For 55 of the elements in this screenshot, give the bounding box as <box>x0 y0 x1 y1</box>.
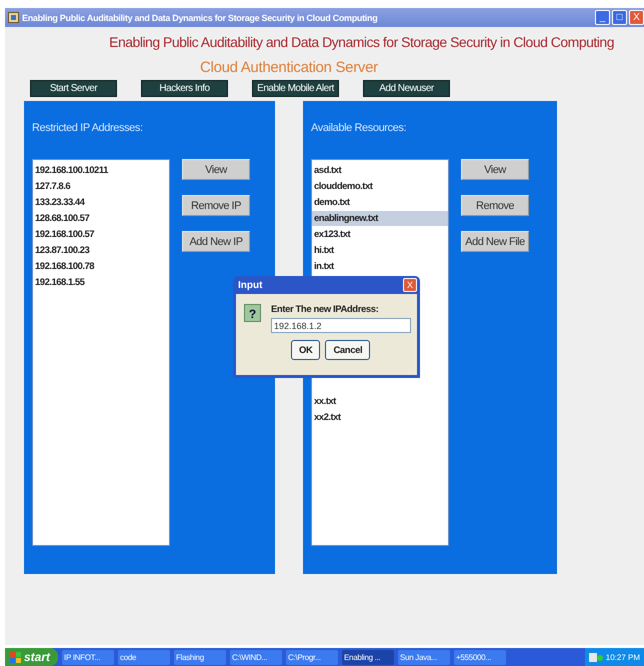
panel-title: Available Resources: <box>311 122 406 134</box>
toolbar-button[interactable]: Start Server <box>30 80 117 97</box>
dialog-title: Input <box>237 280 264 290</box>
panel-button[interactable]: View <box>182 159 250 180</box>
maximize-button[interactable]: □ <box>612 10 627 25</box>
list-item[interactable]: 133.23.33.44 <box>33 195 169 210</box>
taskbar-item[interactable]: C:\WIND... <box>230 650 282 664</box>
app-icon <box>8 12 19 23</box>
panel-button[interactable]: Add New File <box>461 231 529 252</box>
toolbar-button[interactable]: Hackers Info <box>141 80 228 97</box>
ok-button[interactable]: OK <box>291 340 320 360</box>
list-item[interactable]: xx.txt <box>312 394 448 409</box>
list-item[interactable]: demo.txt <box>312 195 448 210</box>
close-button[interactable]: X <box>629 10 644 25</box>
list-item[interactable]: ex123.txt <box>312 227 448 242</box>
flag-icon <box>10 652 21 662</box>
panel-button[interactable]: Remove IP <box>182 195 250 216</box>
panel-title: Restricted IP Addresses: <box>32 122 143 134</box>
list-item[interactable]: 192.168.100.57 <box>33 227 169 242</box>
minimize-button[interactable]: _ <box>595 10 610 25</box>
taskbar-item[interactable]: IP INFOT... <box>62 650 114 664</box>
list-item[interactable]: hi.txt <box>312 243 448 258</box>
start-button[interactable]: start <box>5 648 58 666</box>
list-item[interactable]: clouddemo.txt <box>312 179 448 194</box>
list-item[interactable]: xx2.txt <box>312 410 448 425</box>
taskbar-item[interactable]: Flashing <box>174 650 226 664</box>
list-item[interactable]: 127.7.8.6 <box>33 179 169 194</box>
prompt-label: Enter The new IPAddress: <box>271 304 380 315</box>
list-item[interactable]: asd.txt <box>312 163 448 178</box>
window-title: Enabling Public Auditability and Data Dynamics for Storage Security in Cloud Computing <box>22 12 378 22</box>
list-item[interactable]: in.txt <box>312 259 448 274</box>
taskbar-item[interactable]: code <box>118 650 170 664</box>
panel-button[interactable]: View <box>461 159 529 180</box>
panel-button[interactable]: Remove <box>461 195 529 216</box>
list-item[interactable]: 192.168.100.78 <box>33 259 169 274</box>
cancel-button[interactable]: Cancel <box>325 340 370 360</box>
list-item[interactable]: 128.68.100.57 <box>33 211 169 226</box>
taskbar-item[interactable]: C:\Progr... <box>286 650 338 664</box>
taskbar-item[interactable]: +555000... <box>454 650 506 664</box>
list-item[interactable]: 123.87.100.23 <box>33 243 169 258</box>
ip-input-field[interactable]: 192.168.1.2 <box>271 318 411 333</box>
list-item[interactable]: 192.168.100.10211 <box>33 163 169 178</box>
taskbar-item[interactable]: Enabling ... <box>342 650 394 664</box>
app-heading: Enabling Public Auditability and Data Dynamics for Storage Security in Cloud Computing <box>108 34 615 50</box>
list-item[interactable]: enablingnew.txt <box>312 211 448 226</box>
server-subheading: Cloud Authentication Server <box>200 59 378 76</box>
close-button[interactable]: X <box>403 278 417 292</box>
toolbar-button[interactable]: Enable Mobile Alert <box>252 80 339 97</box>
taskbar-item[interactable]: Sun Java... <box>398 650 450 664</box>
toolbar-button[interactable]: Add Newuser <box>363 80 450 97</box>
question-icon: ? <box>244 304 261 322</box>
clock: 10:27 PM <box>606 652 640 662</box>
list-item[interactable]: 192.168.1.55 <box>33 275 169 290</box>
panel-button[interactable]: Add New IP <box>182 231 250 252</box>
tray-icon[interactable] <box>588 652 603 662</box>
